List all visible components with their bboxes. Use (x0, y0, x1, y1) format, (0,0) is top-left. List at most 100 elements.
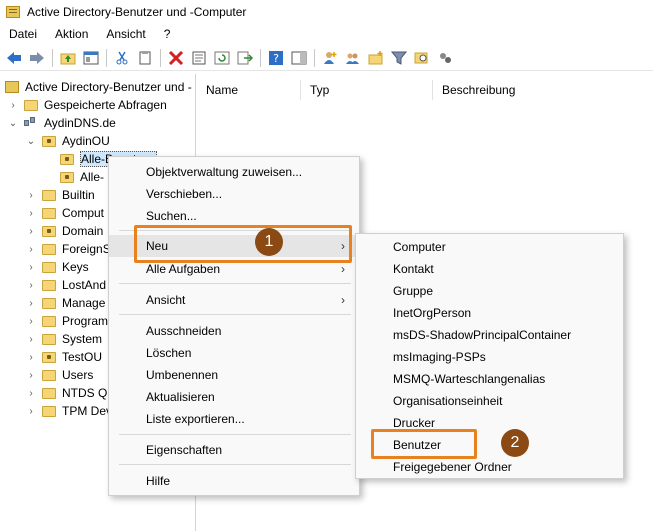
tree-item-label: ForeignS (62, 242, 111, 256)
add-ou-icon[interactable] (366, 48, 386, 68)
back-arrow-icon[interactable] (4, 48, 24, 68)
chevron-right-icon[interactable]: › (26, 262, 36, 273)
folder-icon (42, 297, 56, 309)
chevron-right-icon[interactable]: › (26, 388, 36, 399)
filter-icon[interactable] (389, 48, 409, 68)
menu-item-properties[interactable]: Eigenschaften (109, 439, 359, 461)
tree-item-label: Users (62, 368, 94, 382)
up-folder-icon[interactable] (58, 48, 78, 68)
submenu-item-contact[interactable]: Kontakt (356, 258, 623, 280)
tree-item-managed[interactable]: › Manage (26, 294, 105, 312)
submenu-item-msmq-alias[interactable]: MSMQ-Warteschlangenalias (356, 368, 623, 390)
properties-icon[interactable] (189, 48, 209, 68)
submenu-item-inetorgperson[interactable]: InetOrgPerson (356, 302, 623, 324)
menu-item-cut[interactable]: Ausschneiden (109, 320, 359, 342)
tree-item-label: NTDS Qu (62, 386, 115, 400)
tree-root[interactable]: Active Directory-Benutzer und - (5, 78, 192, 96)
tree-item-system[interactable]: › System (26, 330, 102, 348)
tree-item-domain[interactable]: ⌄ AydinDNS.de (8, 114, 116, 132)
toolbar-separator (314, 48, 315, 67)
cut-icon[interactable] (112, 48, 132, 68)
copy-icon[interactable] (135, 48, 155, 68)
menu-item-help[interactable]: Hilfe (109, 470, 359, 492)
menu-help[interactable]: ? (155, 27, 180, 41)
chevron-right-icon[interactable]: › (8, 100, 18, 111)
menu-item-export-list[interactable]: Liste exportieren... (109, 408, 359, 430)
toolbar-separator (106, 48, 107, 67)
tree-item-tpm-devices[interactable]: › TPM Dev (26, 402, 112, 420)
show-pane-icon[interactable] (289, 48, 309, 68)
chevron-right-icon[interactable]: › (26, 298, 36, 309)
tree-item-label: Builtin (62, 188, 95, 202)
chevron-down-icon[interactable]: ⌄ (26, 136, 36, 147)
chevron-right-icon[interactable]: › (26, 316, 36, 327)
menu-item-view[interactable]: Ansicht › (109, 289, 359, 311)
refresh-icon[interactable] (212, 48, 232, 68)
chevron-right-icon[interactable]: › (26, 370, 36, 381)
chevron-right-icon[interactable]: › (26, 226, 36, 237)
submenu-item-msimaging-psps[interactable]: msImaging-PSPs (356, 346, 623, 368)
tree-item-domain-controllers[interactable]: › Domain (26, 222, 103, 240)
menu-item-delegate-control[interactable]: Objektverwaltung zuweisen... (109, 161, 359, 183)
chevron-right-icon: › (341, 262, 345, 276)
tree-item-users[interactable]: › Users (26, 366, 93, 384)
tree-item-keys[interactable]: › Keys (26, 258, 88, 276)
menu-separator (119, 314, 351, 315)
folder-icon (42, 261, 56, 273)
submenu-item-group[interactable]: Gruppe (356, 280, 623, 302)
tree-item-label: LostAnd (62, 278, 107, 292)
toolbar: ? (0, 45, 653, 71)
column-header-type[interactable]: Typ (301, 80, 433, 100)
add-group-icon[interactable] (343, 48, 363, 68)
find-icon[interactable] (412, 48, 432, 68)
ou-folder-icon (42, 135, 56, 147)
highlight-box-new (134, 225, 352, 263)
menu-datei[interactable]: Datei (0, 27, 46, 41)
chevron-right-icon[interactable]: › (26, 280, 36, 291)
toolbar-separator (160, 48, 161, 67)
folder-icon (42, 243, 56, 255)
forward-arrow-icon[interactable] (27, 48, 47, 68)
tree-item-foreign-security[interactable]: › ForeignS (26, 240, 111, 258)
submenu-item-ou[interactable]: Organisationseinheit (356, 390, 623, 412)
svg-text:?: ? (273, 52, 279, 65)
highlight-box-user (371, 429, 477, 459)
submenu-item-computer[interactable]: Computer (356, 236, 623, 258)
tree-item-label: AydinOU (62, 134, 110, 148)
tree-item-computers[interactable]: › Comput (26, 204, 104, 222)
menu-item-refresh[interactable]: Aktualisieren (109, 386, 359, 408)
tree-item-program-data[interactable]: › Program (26, 312, 108, 330)
tree-item-saved-queries[interactable]: › Gespeicherte Abfragen (8, 96, 166, 114)
chevron-right-icon[interactable]: › (26, 190, 36, 201)
submenu-item-shadow-principal[interactable]: msDS-ShadowPrincipalContainer (356, 324, 623, 346)
tree-item-testou[interactable]: › TestOU (26, 348, 102, 366)
delete-icon[interactable] (166, 48, 186, 68)
column-header-name[interactable]: Name (197, 80, 301, 100)
ad-users-computers-icon (6, 6, 20, 18)
export-icon[interactable] (235, 48, 255, 68)
submenu-item-shared-folder[interactable]: Freigegebener Ordner (356, 456, 623, 478)
delegate-icon[interactable] (435, 48, 455, 68)
chevron-right-icon[interactable]: › (26, 244, 36, 255)
column-header-description[interactable]: Beschreibung (433, 80, 593, 100)
chevron-right-icon[interactable]: › (26, 334, 36, 345)
add-user-icon[interactable] (320, 48, 340, 68)
tree-item-label: Domain (62, 224, 104, 238)
menu-item-move[interactable]: Verschieben... (109, 183, 359, 205)
tree-item-ntds-quotas[interactable]: › NTDS Qu (26, 384, 114, 402)
tree-item-lostandfound[interactable]: › LostAnd (26, 276, 106, 294)
console-tree-icon[interactable] (81, 48, 101, 68)
help-icon[interactable]: ? (266, 48, 286, 68)
chevron-right-icon[interactable]: › (26, 208, 36, 219)
chevron-right-icon[interactable]: › (26, 352, 36, 363)
menu-ansicht[interactable]: Ansicht (97, 27, 154, 41)
menu-aktion[interactable]: Aktion (46, 27, 97, 41)
menu-item-rename[interactable]: Umbenennen (109, 364, 359, 386)
tree-item-aydinou[interactable]: ⌄ AydinOU (26, 132, 110, 150)
menu-item-delete[interactable]: Löschen (109, 342, 359, 364)
menu-item-find[interactable]: Suchen... (109, 205, 359, 227)
tree-item-builtin[interactable]: › Builtin (26, 186, 95, 204)
tree-item-alle[interactable]: Alle- (60, 168, 104, 186)
chevron-right-icon[interactable]: › (26, 406, 36, 417)
chevron-down-icon[interactable]: ⌄ (8, 118, 18, 129)
